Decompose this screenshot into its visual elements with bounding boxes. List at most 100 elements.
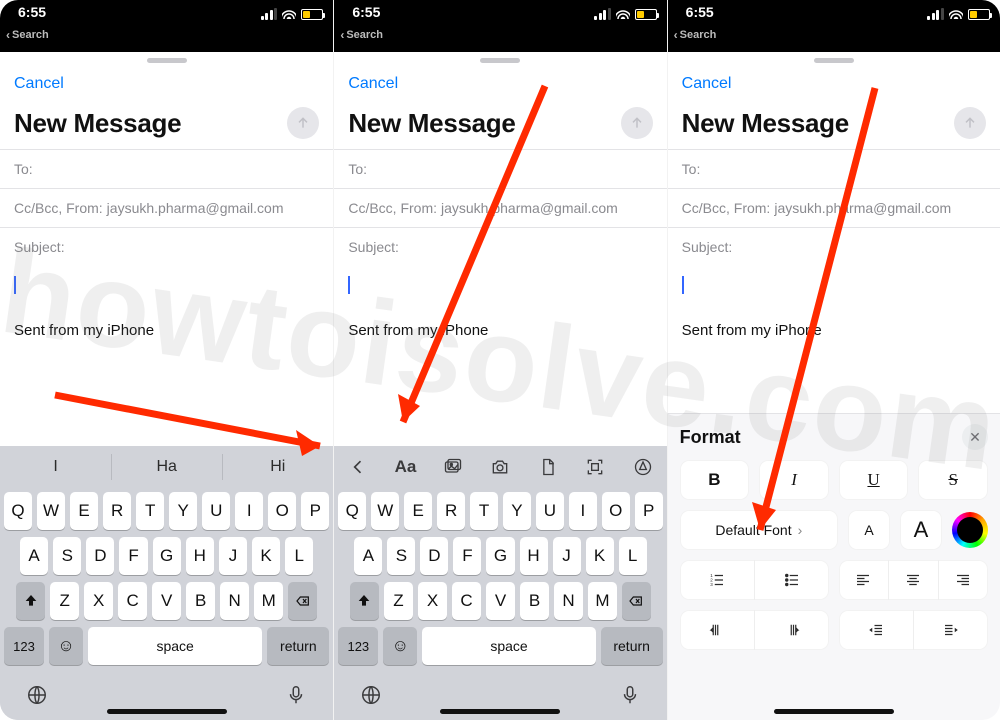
- key[interactable]: S: [387, 537, 415, 575]
- key[interactable]: D: [420, 537, 448, 575]
- bulleted-list-button[interactable]: [754, 560, 829, 600]
- key[interactable]: U: [202, 492, 230, 530]
- key[interactable]: X: [418, 582, 447, 620]
- body-field[interactable]: [668, 266, 1000, 316]
- numbers-key[interactable]: 123: [338, 627, 378, 665]
- key[interactable]: X: [84, 582, 113, 620]
- sheet-grabber[interactable]: [147, 58, 187, 63]
- key[interactable]: I: [569, 492, 597, 530]
- close-format-button[interactable]: ✕: [962, 424, 988, 450]
- key[interactable]: Z: [50, 582, 79, 620]
- markup-icon[interactable]: [619, 457, 666, 477]
- body-field[interactable]: [334, 266, 666, 316]
- shift-key[interactable]: [16, 582, 45, 620]
- key[interactable]: H: [186, 537, 214, 575]
- align-right-button[interactable]: [938, 560, 988, 600]
- increase-font-button[interactable]: A: [900, 510, 942, 550]
- document-icon[interactable]: [524, 457, 571, 477]
- key[interactable]: R: [437, 492, 465, 530]
- photo-library-icon[interactable]: [429, 457, 476, 477]
- key[interactable]: Y: [169, 492, 197, 530]
- key[interactable]: L: [285, 537, 313, 575]
- key[interactable]: L: [619, 537, 647, 575]
- key[interactable]: G: [486, 537, 514, 575]
- color-picker-button[interactable]: [952, 512, 988, 548]
- key[interactable]: H: [520, 537, 548, 575]
- numbers-key[interactable]: 123: [4, 627, 44, 665]
- key[interactable]: G: [153, 537, 181, 575]
- globe-icon[interactable]: [26, 684, 48, 711]
- key[interactable]: T: [136, 492, 164, 530]
- italic-button[interactable]: I: [759, 460, 829, 500]
- subject-field[interactable]: Subject:: [334, 227, 666, 266]
- send-button[interactable]: [954, 107, 986, 139]
- backspace-key[interactable]: [622, 582, 651, 620]
- return-key[interactable]: return: [267, 627, 329, 665]
- to-field[interactable]: To:: [668, 149, 1000, 188]
- key[interactable]: C: [452, 582, 481, 620]
- key[interactable]: T: [470, 492, 498, 530]
- default-font-button[interactable]: Default Font›: [680, 510, 838, 550]
- dictation-icon[interactable]: [619, 684, 641, 711]
- space-key[interactable]: space: [422, 627, 595, 665]
- cancel-button[interactable]: Cancel: [682, 75, 732, 93]
- emoji-key[interactable]: ☺: [49, 627, 83, 665]
- rtl-button[interactable]: [754, 610, 829, 650]
- scan-icon[interactable]: [572, 457, 619, 477]
- key[interactable]: W: [37, 492, 65, 530]
- key[interactable]: S: [53, 537, 81, 575]
- strikethrough-button[interactable]: S: [918, 460, 988, 500]
- key[interactable]: P: [635, 492, 663, 530]
- home-indicator[interactable]: [774, 709, 894, 714]
- key[interactable]: V: [486, 582, 515, 620]
- to-field[interactable]: To:: [0, 149, 333, 188]
- key[interactable]: D: [86, 537, 114, 575]
- sheet-grabber[interactable]: [814, 58, 854, 63]
- back-to-search[interactable]: ‹Search: [6, 28, 49, 42]
- subject-field[interactable]: Subject:: [668, 227, 1000, 266]
- key[interactable]: V: [152, 582, 181, 620]
- sheet-grabber[interactable]: [480, 58, 520, 63]
- numbered-list-button[interactable]: 123: [680, 560, 754, 600]
- cancel-button[interactable]: Cancel: [14, 75, 64, 93]
- key[interactable]: K: [586, 537, 614, 575]
- key[interactable]: O: [268, 492, 296, 530]
- key[interactable]: C: [118, 582, 147, 620]
- key[interactable]: B: [186, 582, 215, 620]
- key[interactable]: F: [119, 537, 147, 575]
- indent-button[interactable]: [913, 610, 988, 650]
- cancel-button[interactable]: Cancel: [348, 75, 398, 93]
- key[interactable]: B: [520, 582, 549, 620]
- key[interactable]: Y: [503, 492, 531, 530]
- key[interactable]: A: [354, 537, 382, 575]
- key[interactable]: R: [103, 492, 131, 530]
- emoji-key[interactable]: ☺: [383, 627, 417, 665]
- ccbcc-field[interactable]: Cc/Bcc, From: jaysukh.pharma@gmail.com: [0, 188, 333, 227]
- suggestion[interactable]: Ha: [111, 446, 222, 488]
- chevron-left-icon[interactable]: [334, 457, 381, 477]
- send-button[interactable]: [287, 107, 319, 139]
- bold-button[interactable]: B: [680, 460, 750, 500]
- key[interactable]: J: [553, 537, 581, 575]
- subject-field[interactable]: Subject:: [0, 227, 333, 266]
- decrease-font-button[interactable]: A: [848, 510, 890, 550]
- back-to-search[interactable]: ‹Search: [340, 28, 383, 42]
- key[interactable]: Z: [384, 582, 413, 620]
- underline-button[interactable]: U: [839, 460, 909, 500]
- key[interactable]: K: [252, 537, 280, 575]
- key[interactable]: W: [371, 492, 399, 530]
- key[interactable]: Q: [4, 492, 32, 530]
- ccbcc-field[interactable]: Cc/Bcc, From: jaysukh.pharma@gmail.com: [334, 188, 666, 227]
- to-field[interactable]: To:: [334, 149, 666, 188]
- suggestion[interactable]: Hi: [222, 446, 333, 488]
- home-indicator[interactable]: [107, 709, 227, 714]
- send-button[interactable]: [621, 107, 653, 139]
- ltr-button[interactable]: [680, 610, 754, 650]
- body-field[interactable]: [0, 266, 333, 316]
- key[interactable]: O: [602, 492, 630, 530]
- shift-key[interactable]: [350, 582, 379, 620]
- key[interactable]: J: [219, 537, 247, 575]
- camera-icon[interactable]: [477, 457, 524, 477]
- key[interactable]: N: [554, 582, 583, 620]
- key[interactable]: N: [220, 582, 249, 620]
